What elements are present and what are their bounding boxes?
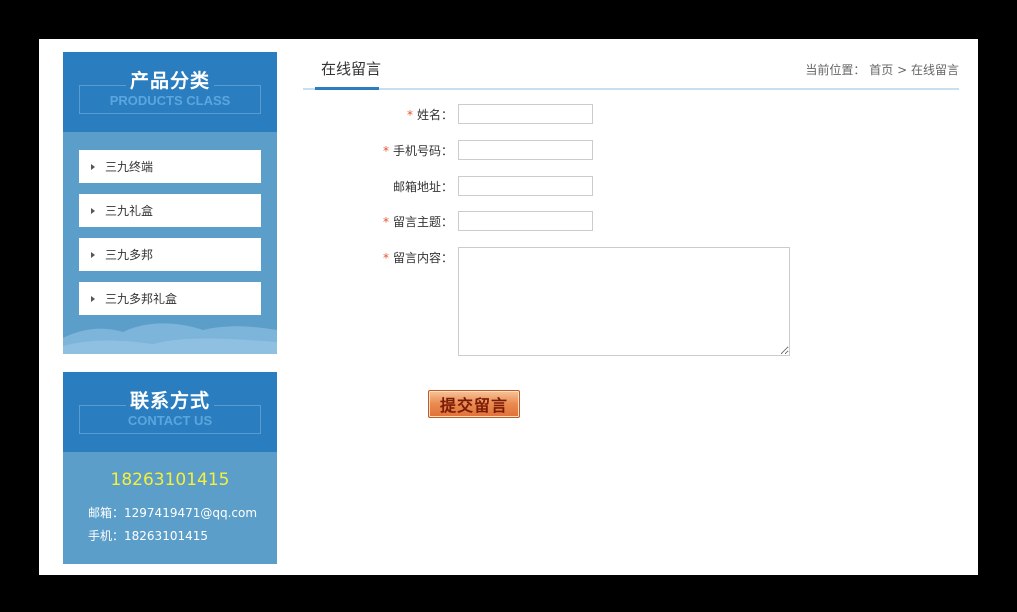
page-title: 在线留言 [321, 60, 382, 78]
phone-input[interactable] [458, 140, 593, 160]
breadcrumb-prefix: 当前位置： [805, 63, 866, 77]
product-category-item[interactable]: 三九终端 [79, 150, 261, 183]
breadcrumb: 当前位置： 首页 > 在线留言 [805, 61, 959, 78]
product-category-panel: 产品分类 PRODUCTS CLASS 三九终端 三九礼盒 三九多邦 三九多邦礼… [63, 52, 277, 354]
product-category-header: 产品分类 PRODUCTS CLASS [63, 52, 277, 132]
contact-email: 邮箱：1297419471@qq.com [88, 504, 257, 521]
hotline-number: 18263101415 [110, 470, 230, 490]
breadcrumb-home-link[interactable]: 首页 [869, 63, 893, 77]
phone-label: 手机号码： [392, 144, 453, 158]
required-mark: * [382, 144, 389, 158]
product-category-item[interactable]: 三九多邦 [79, 238, 261, 271]
product-category-subtitle: PRODUCTS CLASS [109, 93, 231, 108]
submit-message-button[interactable]: 提交留言 [428, 390, 520, 418]
email-label: 邮箱： [88, 506, 125, 520]
tab-underline [315, 87, 379, 90]
product-category-label: 三九多邦礼盒 [105, 292, 178, 306]
message-textarea[interactable] [458, 247, 790, 356]
product-category-label: 三九多邦 [105, 248, 154, 262]
subtitle-frame: CONTACT US [79, 405, 261, 434]
mobile-value: 18263101415 [124, 529, 208, 543]
message-label: 留言内容： [392, 251, 453, 265]
mountain-decoration [63, 323, 277, 354]
mobile-label: 手机： [88, 529, 125, 543]
device-frame: 产品分类 PRODUCTS CLASS 三九终端 三九礼盒 三九多邦 三九多邦礼… [0, 0, 1017, 612]
email-input[interactable] [458, 176, 593, 196]
required-mark: * [382, 215, 389, 229]
subject-label: 留言主题： [392, 215, 453, 229]
product-category-list: 三九终端 三九礼盒 三九多邦 三九多邦礼盒 [79, 150, 261, 326]
contact-subtitle: CONTACT US [127, 413, 213, 428]
subject-input[interactable] [458, 211, 593, 231]
email-row: 邮箱地址： [339, 176, 699, 196]
product-category-item[interactable]: 三九礼盒 [79, 194, 261, 227]
breadcrumb-separator: > [897, 63, 908, 77]
product-category-item[interactable]: 三九多邦礼盒 [79, 282, 261, 315]
caret-right-icon [91, 163, 95, 170]
email-field-label: 邮箱地址： [392, 180, 453, 194]
breadcrumb-current: 在线留言 [910, 63, 959, 77]
product-category-label: 三九礼盒 [105, 204, 154, 218]
message-row: * 留言内容： [339, 247, 790, 356]
page: 产品分类 PRODUCTS CLASS 三九终端 三九礼盒 三九多邦 三九多邦礼… [39, 39, 978, 575]
subject-row: * 留言主题： [339, 211, 699, 231]
caret-right-icon [91, 251, 95, 258]
caret-right-icon [91, 207, 95, 214]
required-mark: * [406, 108, 413, 122]
required-mark: * [382, 251, 389, 265]
subtitle-frame: PRODUCTS CLASS [79, 85, 261, 114]
main-header: 在线留言 当前位置： 首页 > 在线留言 [303, 52, 959, 90]
phone-row: * 手机号码： [339, 140, 699, 160]
email-value: 1297419471@qq.com [124, 506, 258, 520]
contact-mobile: 手机：18263101415 [88, 527, 208, 544]
product-category-label: 三九终端 [105, 160, 154, 174]
contact-header: 联系方式 CONTACT US [63, 372, 277, 452]
name-label: 姓名： [416, 108, 453, 122]
contact-panel: 联系方式 CONTACT US 18263101415 邮箱：129741947… [63, 372, 277, 564]
name-input[interactable] [458, 104, 593, 124]
caret-right-icon [91, 295, 95, 302]
name-row: * 姓名： [339, 104, 699, 124]
